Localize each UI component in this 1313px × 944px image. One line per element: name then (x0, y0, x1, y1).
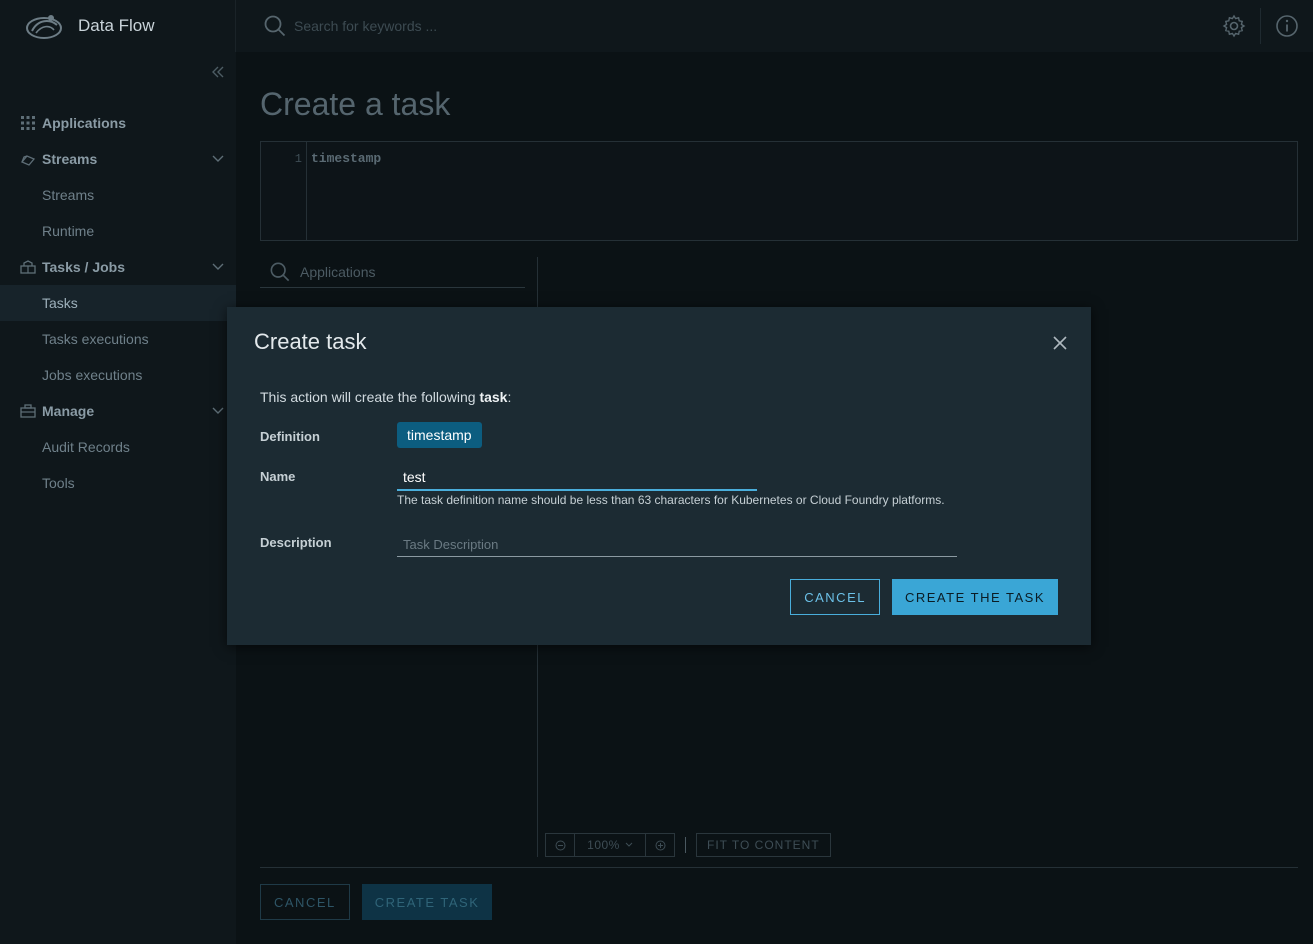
description-label: Description (260, 535, 332, 550)
sidebar-item-label: Runtime (42, 223, 95, 239)
sidebar-item-label: Tasks executions (42, 331, 149, 347)
data-flow-logo-icon (26, 15, 62, 39)
sidebar-group-manage[interactable]: Manage (0, 393, 236, 429)
intro-suffix: : (507, 389, 512, 405)
sidebar-item-label: Jobs executions (42, 367, 143, 383)
sidebar-nav: Applications Streams Streams Runtime Tas… (0, 105, 236, 501)
zoom-in-icon (655, 840, 665, 850)
modal-cancel-button[interactable]: CANCEL (790, 579, 880, 615)
brand[interactable]: Data Flow (0, 0, 236, 52)
briefcase-icon (20, 403, 36, 419)
fit-to-content-button[interactable]: FIT TO CONTENT (696, 833, 831, 857)
zoom-in-button[interactable] (646, 834, 674, 856)
sidebar-item-label: Applications (42, 115, 127, 131)
chevron-down-icon (212, 407, 224, 414)
gear-icon (1222, 14, 1246, 38)
sidebar-group-tasks-jobs[interactable]: Tasks / Jobs (0, 249, 236, 285)
footer-divider (260, 867, 1298, 868)
double-chevron-left-icon[interactable] (210, 64, 226, 80)
sidebar-item-label: Manage (42, 403, 95, 419)
modal-intro: This action will create the following ta… (260, 389, 511, 405)
intro-bold: task (479, 389, 508, 405)
zoom-controls: 100% (545, 833, 675, 857)
tasks-icon (20, 259, 36, 275)
sidebar-item-label: Streams (42, 187, 95, 203)
create-task-modal: Create task This action will create the … (227, 307, 1091, 645)
sidebar-item-streams[interactable]: Streams (0, 177, 236, 213)
sidebar-item-label: Tools (42, 475, 75, 491)
streams-icon (20, 151, 36, 167)
close-icon[interactable] (1051, 334, 1069, 352)
editor-line-number: 1 (261, 142, 307, 240)
chevron-down-icon (212, 155, 224, 162)
sidebar-item-jobs-executions[interactable]: Jobs executions (0, 357, 236, 393)
create-the-task-button[interactable]: CREATE THE TASK (891, 579, 1058, 615)
definition-label: Definition (260, 429, 320, 444)
name-field[interactable] (397, 465, 757, 491)
cancel-button[interactable]: CANCEL (260, 884, 350, 920)
search-icon (270, 262, 290, 281)
chevron-down-icon (625, 842, 633, 847)
description-field[interactable] (397, 532, 957, 557)
search-icon (264, 15, 286, 37)
intro-prefix: This action will create the following (260, 389, 480, 405)
zoom-level-value: 100% (587, 838, 620, 852)
top-header: Data Flow (0, 0, 1313, 52)
palette-search-input[interactable] (300, 263, 500, 280)
modal-title: Create task (254, 329, 367, 354)
sidebar-item-label: Audit Records (42, 439, 130, 455)
toolbar-separator (685, 837, 686, 853)
page-title: Create a task (260, 86, 451, 122)
sidebar-item-tasks-executions[interactable]: Tasks executions (0, 321, 236, 357)
sidebar-item-audit-records[interactable]: Audit Records (0, 429, 236, 465)
search-input[interactable] (294, 18, 694, 34)
dsl-editor[interactable]: 1 timestamp (260, 141, 1298, 241)
name-label: Name (260, 469, 296, 484)
sidebar-item-tasks[interactable]: Tasks (0, 285, 236, 321)
canvas-toolbar: 100% FIT TO CONTENT (545, 833, 831, 857)
editor-code[interactable]: timestamp (311, 151, 381, 166)
settings-button[interactable] (1208, 0, 1260, 52)
zoom-out-icon (555, 840, 565, 850)
create-task-button[interactable]: CREATE TASK (361, 884, 493, 920)
info-icon (1276, 15, 1298, 37)
app-name: Data Flow (78, 16, 155, 35)
palette-search (260, 256, 525, 288)
sidebar-item-tools[interactable]: Tools (0, 465, 236, 501)
sidebar: Applications Streams Streams Runtime Tas… (0, 52, 236, 944)
header-actions (1208, 0, 1313, 52)
sidebar-item-runtime[interactable]: Runtime (0, 213, 236, 249)
footer-actions: CANCEL CREATE TASK (260, 884, 493, 920)
name-help-text: The task definition name should be less … (397, 493, 945, 507)
sidebar-item-label: Streams (42, 151, 98, 167)
modal-actions: CANCEL CREATE THE TASK (790, 579, 1058, 615)
zoom-level-select[interactable]: 100% (574, 834, 646, 856)
sidebar-group-streams[interactable]: Streams (0, 141, 236, 177)
sidebar-item-applications[interactable]: Applications (0, 105, 236, 141)
sidebar-item-label: Tasks (42, 295, 78, 311)
definition-badge: timestamp (397, 422, 482, 448)
grid-icon (20, 115, 36, 131)
global-search (236, 0, 1208, 52)
chevron-down-icon (212, 263, 224, 270)
sidebar-item-label: Tasks / Jobs (42, 259, 126, 275)
info-button[interactable] (1261, 0, 1313, 52)
zoom-out-button[interactable] (546, 834, 574, 856)
